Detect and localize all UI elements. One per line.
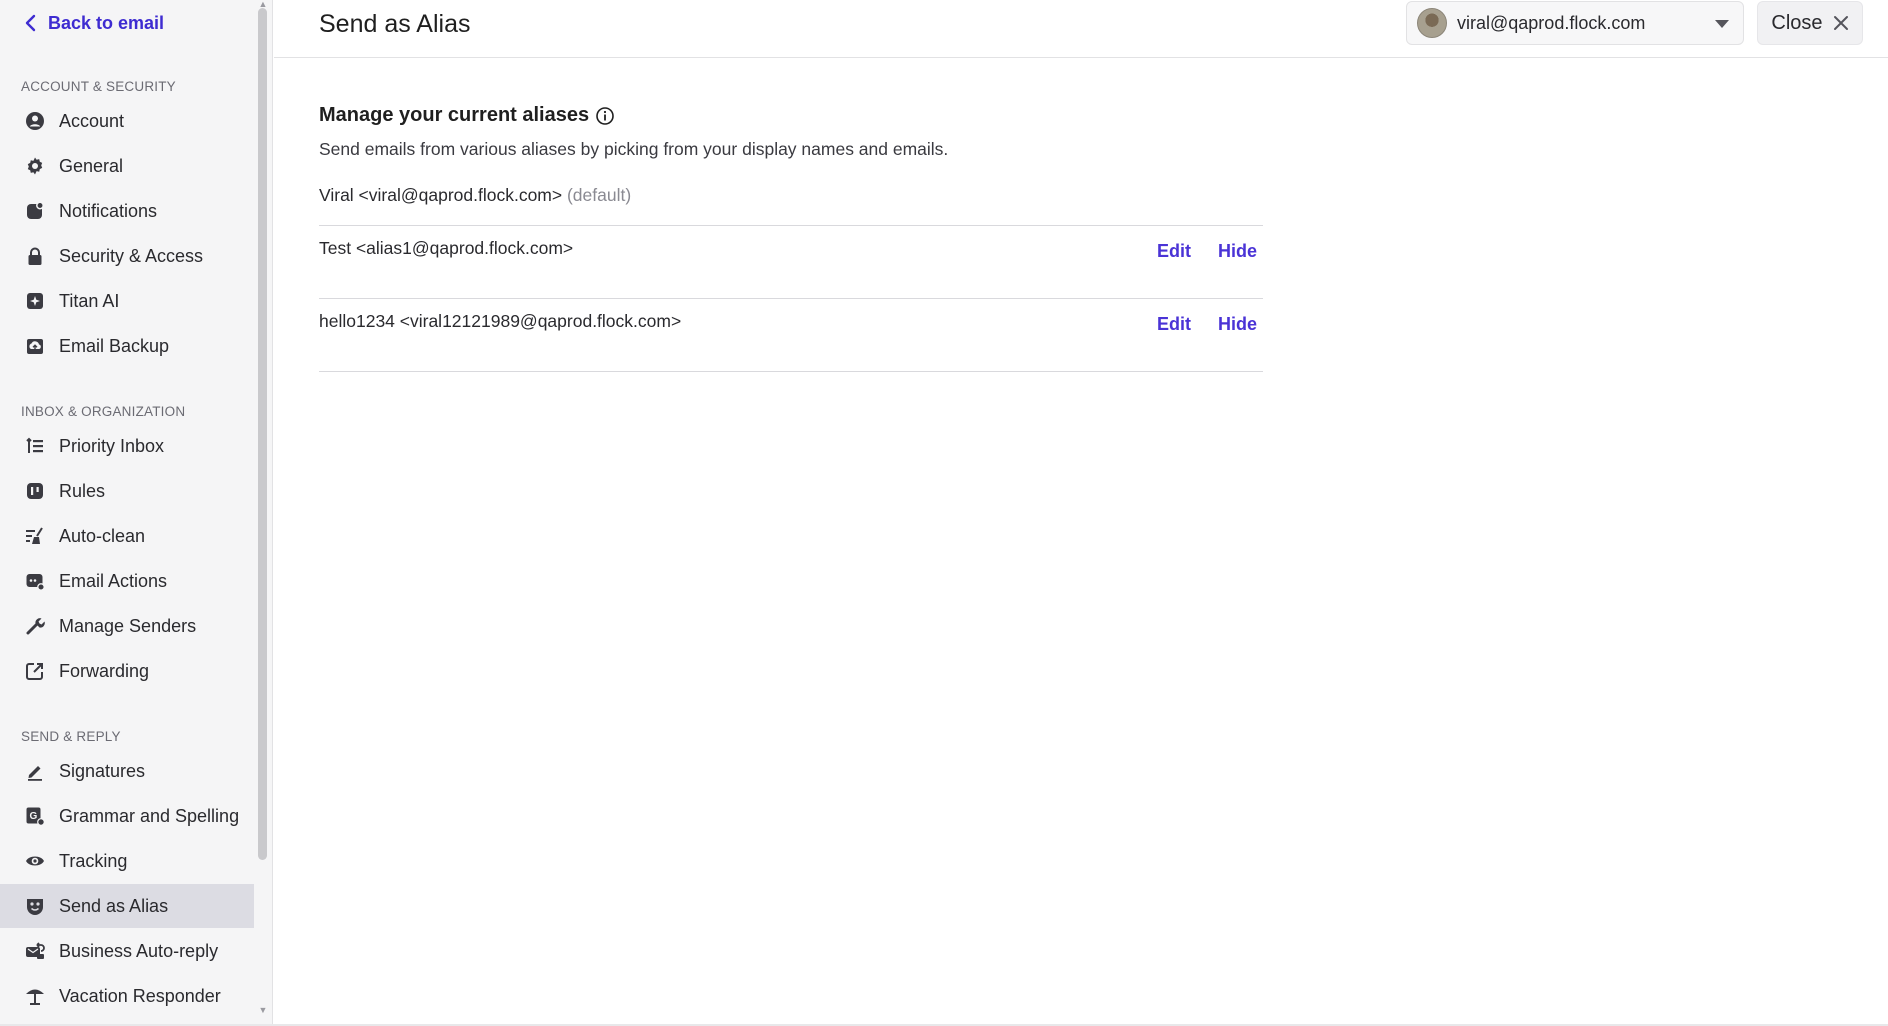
pen-icon — [24, 760, 46, 782]
default-tag: (default) — [566, 185, 632, 205]
divider — [319, 371, 1263, 372]
sidebar-item-manage-senders[interactable]: Manage Senders — [0, 604, 254, 648]
close-icon — [1833, 16, 1848, 30]
section-heading-inbox-organization: INBOX & ORGANIZATION — [21, 404, 186, 419]
settings-sidebar: Back to email ACCOUNT & SECURITY Account… — [0, 0, 273, 1026]
alias-row: Test <alias1@qaprod.flock.com> Edit Hide — [319, 226, 1263, 298]
page-title: Send as Alias — [319, 10, 471, 38]
sidebar-item-grammar-spelling[interactable]: G Grammar and Spelling — [0, 794, 254, 838]
sidebar-item-label: Signatures — [59, 760, 146, 781]
alias-text: Test <alias1@qaprod.flock.com> — [319, 238, 574, 258]
email-actions-icon — [24, 570, 46, 592]
section-heading-send-reply: SEND & REPLY — [21, 729, 121, 744]
sidebar-item-business-auto-reply[interactable]: Business Auto-reply — [0, 929, 254, 973]
back-to-email-link[interactable]: Back to email — [24, 10, 164, 36]
alias-mask-icon — [24, 895, 46, 917]
default-alias-text: Viral <viral@qaprod.flock.com> — [319, 185, 563, 205]
backup-icon — [24, 335, 46, 357]
priority-list-icon — [24, 435, 46, 457]
sidebar-item-notifications[interactable]: Notifications — [0, 189, 254, 233]
sidebar-item-auto-clean[interactable]: Auto-clean — [0, 514, 254, 558]
scroll-up-arrow[interactable]: ▲ — [258, 0, 268, 9]
account-selector[interactable]: viral@qaprod.flock.com — [1406, 1, 1744, 45]
sidebar-item-email-actions[interactable]: Email Actions — [0, 559, 254, 603]
sidebar-item-rules[interactable]: Rules — [0, 469, 254, 513]
sidebar-item-label: Priority Inbox — [59, 435, 165, 456]
eye-icon — [24, 850, 46, 872]
sidebar-item-signatures[interactable]: Signatures — [0, 749, 254, 793]
sidebar-item-label: Rules — [59, 480, 106, 501]
sidebar-item-label: Security & Access — [59, 245, 204, 266]
avatar — [1417, 8, 1447, 38]
umbrella-icon — [24, 985, 46, 1007]
sidebar-scrollbar-thumb[interactable] — [258, 8, 267, 860]
section-heading-account-security: ACCOUNT & SECURITY — [21, 79, 176, 94]
hide-alias-button[interactable]: Hide — [1218, 314, 1257, 335]
lock-icon — [24, 245, 46, 267]
sidebar-item-label: Grammar and Spelling — [59, 805, 240, 826]
sidebar-item-security-access[interactable]: Security & Access — [0, 234, 254, 278]
chevron-left-icon — [25, 14, 36, 32]
forward-icon — [24, 660, 46, 682]
notification-icon — [24, 200, 46, 222]
sidebar-item-label: General — [59, 155, 124, 176]
sidebar-item-label: Notifications — [59, 200, 158, 221]
scroll-down-arrow[interactable]: ▼ — [258, 1006, 268, 1015]
sidebar-item-label: Auto-clean — [59, 525, 146, 546]
account-icon — [24, 110, 46, 132]
sidebar-item-label: Manage Senders — [59, 615, 197, 636]
rules-icon — [24, 480, 46, 502]
section-title: Manage your current aliases — [319, 104, 615, 127]
settings-app: Back to email ACCOUNT & SECURITY Account… — [0, 0, 1888, 1026]
page-header: Send as Alias viral@qaprod.flock.com Clo… — [274, 0, 1888, 58]
section-description: Send emails from various aliases by pick… — [319, 139, 949, 159]
alias-text: hello1234 <viral12121989@qaprod.flock.co… — [319, 311, 682, 331]
sidebar-item-forwarding[interactable]: Forwarding — [0, 649, 254, 693]
alias-row: hello1234 <viral12121989@qaprod.flock.co… — [319, 299, 1263, 371]
broom-icon — [24, 525, 46, 547]
sidebar-item-label: Email Backup — [59, 335, 170, 356]
sidebar-item-account[interactable]: Account — [0, 99, 254, 143]
sidebar-item-label: Vacation Responder — [59, 985, 221, 1006]
close-button[interactable]: Close — [1757, 1, 1863, 45]
sidebar-item-general[interactable]: General — [0, 144, 254, 188]
section-title-text: Manage your current aliases — [319, 104, 590, 126]
svg-text:G: G — [30, 811, 38, 822]
sidebar-item-label: Forwarding — [59, 660, 150, 681]
gear-icon — [24, 155, 46, 177]
sidebar-item-email-backup[interactable]: Email Backup — [0, 324, 254, 368]
sidebar-item-label: Business Auto-reply — [59, 940, 219, 961]
grammar-icon: G — [24, 805, 46, 827]
default-alias: Viral <viral@qaprod.flock.com> (default) — [319, 185, 631, 206]
hide-alias-button[interactable]: Hide — [1218, 241, 1257, 262]
sidebar-item-priority-inbox[interactable]: Priority Inbox — [0, 424, 254, 468]
sidebar-item-vacation-responder[interactable]: Vacation Responder — [0, 974, 254, 1018]
account-email: viral@qaprod.flock.com — [1457, 12, 1646, 33]
alias-settings-panel: Manage your current aliases Send emails … — [274, 58, 1888, 1026]
sidebar-item-titan-ai[interactable]: Titan AI — [0, 279, 254, 323]
chevron-down-icon — [1715, 20, 1729, 28]
back-to-email-label: Back to email — [48, 12, 165, 33]
sidebar-item-send-as-alias[interactable]: Send as Alias — [0, 884, 254, 928]
sidebar-item-label: Send as Alias — [59, 895, 169, 916]
sparkle-icon — [24, 290, 46, 312]
sidebar-item-label: Titan AI — [59, 290, 120, 311]
info-icon[interactable] — [595, 106, 615, 126]
edit-alias-button[interactable]: Edit — [1157, 241, 1191, 262]
sidebar-item-tracking[interactable]: Tracking — [0, 839, 254, 883]
sidebar-item-label: Tracking — [59, 850, 128, 871]
close-label: Close — [1771, 11, 1823, 34]
edit-alias-button[interactable]: Edit — [1157, 314, 1191, 335]
sidebar-item-label: Account — [59, 110, 125, 131]
sidebar-item-label: Email Actions — [59, 570, 168, 591]
auto-reply-icon — [24, 940, 46, 962]
wrench-icon — [24, 615, 46, 637]
